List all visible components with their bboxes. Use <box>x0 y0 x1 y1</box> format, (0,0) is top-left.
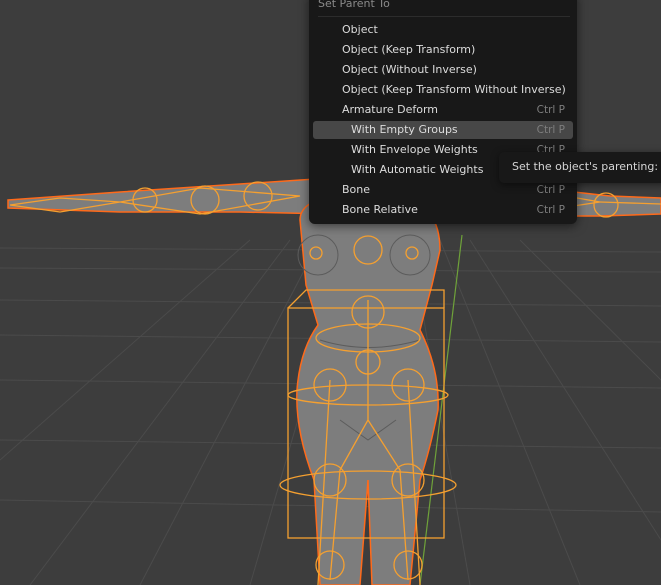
menu-item-label: Object (Without Inverse) <box>342 63 477 76</box>
menu-item-label: With Automatic Weights <box>351 163 484 176</box>
menu-item-label: Object (Keep Transform) <box>342 43 476 56</box>
menu-item-object-keep-transform[interactable]: Object (Keep Transform) <box>313 41 573 59</box>
menu-item-label: Bone Relative <box>342 203 418 216</box>
menu-item-object-keep-transform-without-inverse[interactable]: Object (Keep Transform Without Inverse) <box>313 81 573 99</box>
menu-item-bone-relative[interactable]: Bone Relative Ctrl P <box>313 201 573 219</box>
menu-item-armature-deform[interactable]: Armature Deform Ctrl P <box>313 101 573 119</box>
menu-item-shortcut: Ctrl P <box>536 124 565 136</box>
menu-item-object-without-inverse[interactable]: Object (Without Inverse) <box>313 61 573 79</box>
menu-item-label: Bone <box>342 183 371 196</box>
menu-item-label: Armature Deform <box>342 103 439 116</box>
menu-item-label: With Empty Groups <box>351 123 458 136</box>
tooltip: Set the object's parenting: <box>499 152 661 183</box>
tooltip-text: Set the object's parenting: <box>512 160 659 173</box>
menu-item-bone[interactable]: Bone Ctrl P <box>313 181 573 199</box>
set-parent-menu: Set Parent To Object Object (Keep Transf… <box>309 0 577 224</box>
menu-item-object[interactable]: Object <box>313 21 573 39</box>
menu-item-shortcut: Ctrl P <box>536 184 565 196</box>
menu-item-shortcut: Ctrl P <box>536 104 565 116</box>
menu-item-with-empty-groups[interactable]: With Empty Groups Ctrl P <box>313 121 573 139</box>
menu-item-label: Object (Keep Transform Without Inverse) <box>342 83 566 96</box>
menu-title: Set Parent To <box>318 0 390 10</box>
menu-item-label: Object <box>342 23 378 36</box>
menu-item-shortcut: Ctrl P <box>536 204 565 216</box>
menu-item-label: With Envelope Weights <box>351 143 478 156</box>
menu-separator <box>318 16 570 17</box>
